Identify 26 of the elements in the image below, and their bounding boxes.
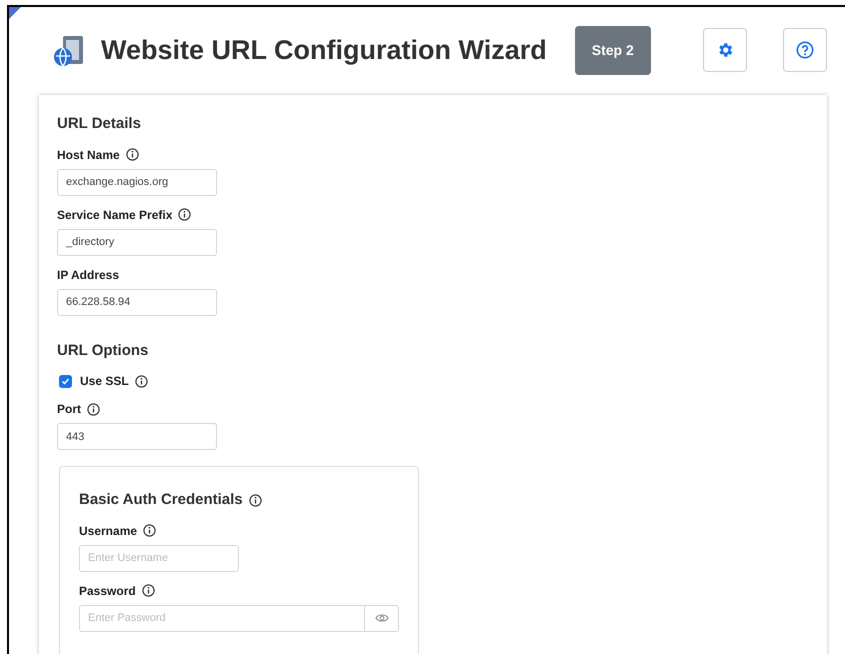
section-title: URL Options xyxy=(57,340,150,360)
help-icon xyxy=(796,41,814,59)
page-title: Website URL Configuration Wizard xyxy=(101,34,547,67)
field-label: IP Address xyxy=(57,266,120,284)
text-field[interactable]: 443 xyxy=(57,423,217,450)
corner-mark-icon xyxy=(9,7,21,19)
field-label: Password xyxy=(79,582,136,600)
field-label: Username xyxy=(79,522,138,540)
password-field[interactable]: Enter Password xyxy=(79,604,365,632)
checkbox[interactable] xyxy=(59,374,72,388)
panel-title: Basic Auth Credentials xyxy=(79,490,243,510)
show-password-button[interactable] xyxy=(365,604,399,632)
step-badge: Step 2 xyxy=(574,26,651,74)
checkbox-label: Use SSL xyxy=(80,373,129,390)
text-field[interactable]: exchange.nagios.org xyxy=(57,168,217,196)
text-field[interactable]: 66.228.58.94 xyxy=(57,288,217,316)
text-field[interactable]: _directory xyxy=(57,228,217,256)
settings-button[interactable] xyxy=(702,28,747,72)
help-button[interactable] xyxy=(782,28,827,72)
section-title: URL Details xyxy=(57,114,142,134)
text-field[interactable]: Enter Username xyxy=(79,544,239,572)
field-label: Port xyxy=(57,401,81,418)
eye-icon xyxy=(374,613,388,623)
field-label: Host Name xyxy=(57,146,120,164)
check-icon xyxy=(61,376,70,386)
field-label: Service Name Prefix xyxy=(57,206,172,224)
